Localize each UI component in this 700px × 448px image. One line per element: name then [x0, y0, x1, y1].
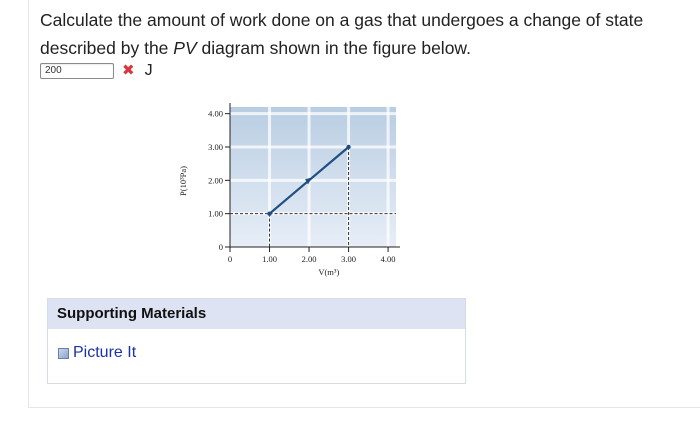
x-tick-label: 1.00: [262, 254, 277, 264]
pv-diagram: 0 1.00 2.00 3.00 4.00 0 1.00 2.00 3.00 4.00 V(m³) P…: [168, 95, 408, 295]
supporting-materials-header: Supporting Materials: [48, 299, 465, 329]
y-axis-label: P(10³Pa): [178, 166, 188, 196]
x-tick-label: 4.00: [381, 254, 396, 264]
question-text-part: diagram shown in the figure below.: [196, 38, 471, 58]
answer-unit: J: [144, 62, 153, 79]
pv-chart: 0 1.00 2.00 3.00 4.00 0 1.00 2.00 3.00 4.00 V(m³) P…: [178, 103, 400, 277]
y-tick-label: 4.00: [208, 109, 223, 119]
question-text-italic: PV: [173, 38, 197, 58]
data-point: [346, 144, 351, 150]
x-tick-label: 2.00: [302, 254, 317, 264]
x-tick-label: 0: [228, 254, 232, 264]
x-axis-label: V(m³): [318, 267, 339, 277]
x-tick-label: 3.00: [341, 254, 356, 264]
y-tick-label: 0: [219, 242, 223, 252]
picture-it-label: Picture It: [73, 344, 137, 361]
y-tick-label: 2.00: [208, 175, 223, 185]
question-text: Calculate the amount of work done on a g…: [40, 6, 690, 62]
y-tick-label: 3.00: [208, 142, 223, 152]
book-icon: [58, 347, 69, 359]
answer-input[interactable]: 200: [40, 63, 114, 79]
x-mark-icon: ✖: [122, 62, 135, 79]
data-point: [267, 211, 272, 216]
answer-row: 200 ✖ J: [40, 62, 153, 80]
y-tick-label: 1.00: [208, 209, 223, 219]
supporting-materials-panel: Supporting Materials Picture It: [47, 298, 466, 384]
picture-it-link[interactable]: Picture It: [58, 344, 136, 362]
